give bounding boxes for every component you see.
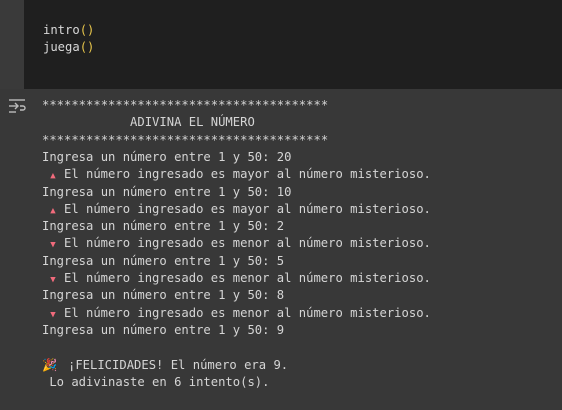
output-line: *************************************** — [42, 97, 328, 114]
output-line: ▼ El número ingresado es menor al número … — [42, 235, 431, 252]
output-line: Ingresa un número entre 1 y 50: 2 — [42, 218, 284, 235]
output-line-text: Ingresa un número entre 1 y 50: 5 — [42, 253, 285, 268]
output-line-text: Ingresa un número entre 1 y 50: 2 — [42, 219, 285, 234]
output-line: *************************************** — [42, 132, 328, 149]
function-parens: () — [79, 23, 95, 37]
output-line-text: El número ingresado es menor al número m… — [64, 305, 431, 320]
output-toggle-icon[interactable] — [8, 98, 26, 114]
output-line-text: Ingresa un número entre 1 y 50: 9 — [42, 322, 285, 337]
code-editor[interactable]: intro() juega() — [24, 0, 562, 89]
function-parens: () — [79, 40, 95, 54]
output-line-text: ¡FELICIDADES! El número era 9. — [68, 357, 289, 372]
output-line-text: *************************************** — [42, 132, 329, 147]
output-line-text: El número ingresado es menor al número m… — [64, 236, 431, 251]
output-line: Ingresa un número entre 1 y 50: 10 — [42, 184, 291, 201]
output-line: ▼ El número ingresado es menor al número … — [42, 305, 431, 322]
cell-gutter — [0, 0, 24, 89]
code-line-juega[interactable]: juega() — [43, 39, 94, 56]
output-line: Ingresa un número entre 1 y 50: 20 — [42, 149, 291, 166]
output-line: ▼ El número ingresado es menor al número … — [42, 270, 431, 287]
output-line: ▲ El número ingresado es mayor al número … — [42, 166, 431, 183]
output-line-text: Lo adivinaste en 6 intento(s). — [42, 374, 270, 389]
output-line-text: Ingresa un número entre 1 y 50: 10 — [42, 184, 292, 199]
output-line: Ingresa un número entre 1 y 50: 5 — [42, 253, 284, 270]
function-name: intro — [43, 23, 80, 37]
output-line-text: El número ingresado es menor al número m… — [64, 271, 431, 285]
output-line-text: Ingresa un número entre 1 y 50: 8 — [42, 288, 285, 303]
function-name: juega — [43, 40, 80, 54]
party-popper-icon: 🎉 — [42, 357, 58, 372]
output-line-text: Ingresa un número entre 1 y 50: 20 — [42, 149, 292, 164]
output-line: Ingresa un número entre 1 y 50: 8 — [42, 287, 284, 304]
output-line: ADIVINA EL NÚMERO — [42, 114, 255, 131]
output-line-text: El número ingresado es mayor al número m… — [64, 201, 431, 216]
code-line-intro[interactable]: intro() — [43, 22, 94, 39]
output-cell: *************************************** … — [0, 89, 562, 410]
output-line: ▲ El número ingresado es mayor al número … — [42, 201, 431, 218]
code-cell[interactable]: intro() juega() — [0, 0, 562, 89]
output-line: Ingresa un número entre 1 y 50: 9 — [42, 322, 284, 339]
output-line-text: ADIVINA EL NÚMERO — [42, 115, 255, 130]
output-line-text: *************************************** — [42, 98, 329, 112]
output-line: 🎉 ¡FELICIDADES! El número era 9. — [42, 357, 288, 374]
output-line-text: El número ingresado es mayor al número m… — [64, 167, 431, 182]
output-line: Lo adivinaste en 6 intento(s). — [42, 374, 269, 391]
